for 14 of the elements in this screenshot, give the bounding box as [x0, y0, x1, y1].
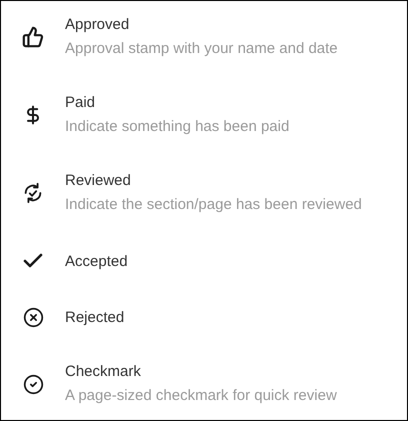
item-description: Indicate the section/page has been reviewed [65, 195, 362, 215]
circle-x-icon [22, 307, 44, 328]
item-title[interactable]: Reviewed [65, 171, 362, 190]
item-title[interactable]: Paid [65, 93, 290, 112]
refresh-check-icon [22, 182, 44, 204]
item-description: Indicate something has been paid [65, 117, 290, 137]
item-description: A page-sized checkmark for quick review [65, 386, 337, 406]
circle-check-icon [22, 374, 44, 394]
item-title[interactable]: Approved [65, 15, 338, 34]
thumbs-up-icon [22, 26, 44, 48]
item-title[interactable]: Checkmark [65, 362, 337, 381]
item-title[interactable]: Accepted [65, 252, 128, 270]
item-description: Approval stamp with your name and date [65, 39, 338, 59]
item-title[interactable]: Rejected [65, 308, 124, 327]
